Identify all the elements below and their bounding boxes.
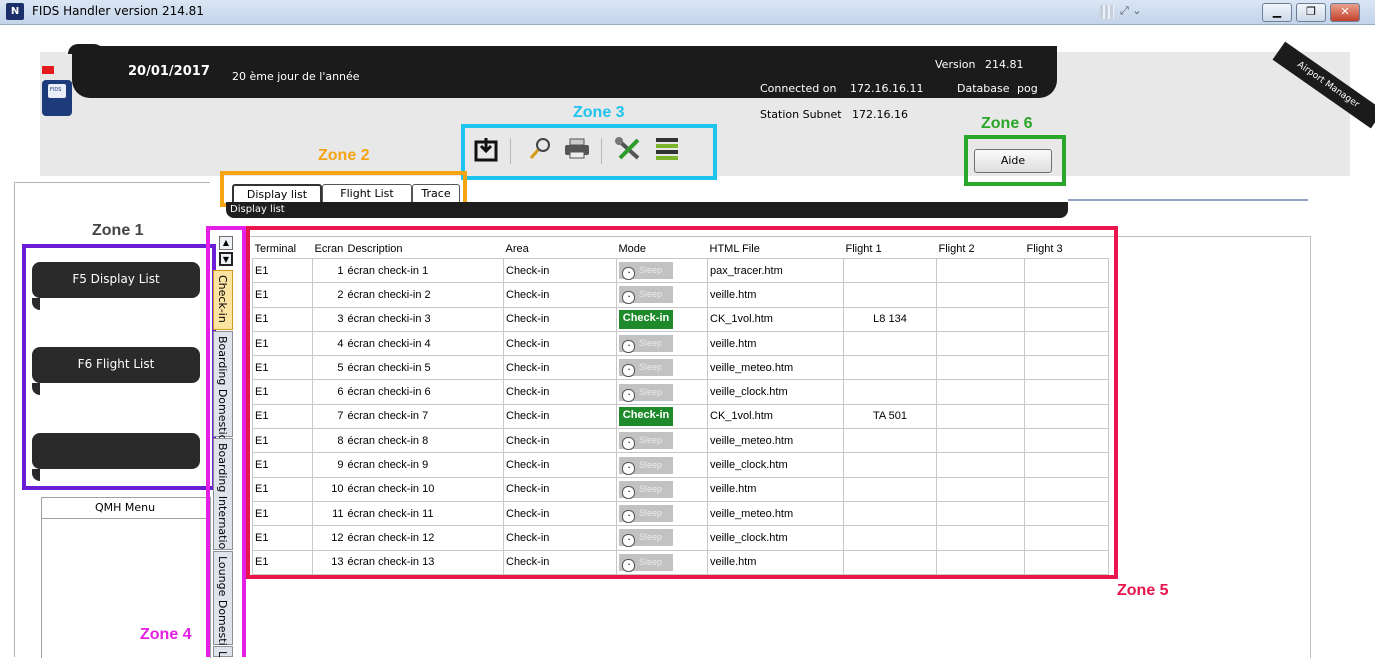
strip-title: Display list: [230, 204, 285, 215]
expand-icon[interactable]: ⤢ ⌄: [1120, 4, 1142, 18]
display-list-strip: Display list: [226, 202, 1068, 218]
logo-text: FIDS: [50, 87, 62, 93]
version-label: Version: [935, 58, 976, 71]
vtab-label: Check-in: [216, 275, 229, 323]
toolbar-separator: [510, 138, 511, 164]
vtab-label: L: [216, 651, 229, 658]
restore-button[interactable]: ❐: [1296, 3, 1326, 22]
close-button[interactable]: ✕: [1330, 3, 1360, 22]
vtab-label: Lounge Domestic: [216, 556, 229, 652]
vtab-more[interactable]: L: [213, 646, 233, 657]
vtab-label: Boarding Internatio: [216, 443, 229, 550]
zone4-label: Zone 4: [140, 626, 192, 643]
zone1-label: Zone 1: [92, 222, 144, 239]
grip-icon: [1100, 5, 1114, 19]
scroll-up-button[interactable]: ▲: [219, 236, 233, 250]
title-bar: [0, 0, 1375, 25]
day-of-year: 20 ème jour de l'année: [232, 70, 360, 83]
tab-trace[interactable]: Trace: [412, 184, 460, 203]
zone6-label: Zone 6: [981, 115, 1033, 132]
divider: [1068, 199, 1308, 201]
vtab-boarding-domestic[interactable]: Boarding Domestic: [213, 331, 233, 441]
search-icon[interactable]: [526, 136, 554, 164]
left-panel-border: [14, 182, 210, 183]
tab-display-list[interactable]: Display list: [232, 184, 322, 204]
list-icon[interactable]: [653, 136, 681, 164]
qmh-menu-title: QMH Menu: [42, 498, 208, 519]
flight-list-button[interactable]: F6 Flight List: [32, 347, 200, 383]
tab-flight-list[interactable]: Flight List: [322, 184, 412, 203]
current-date: 20/01/2017: [128, 64, 210, 79]
left-panel-border: [14, 182, 15, 657]
vtab-check-in[interactable]: Check-in: [213, 270, 233, 330]
subnet-value: 172.16.16: [852, 108, 908, 121]
database-value: pog: [1017, 82, 1038, 95]
status-indicator: [42, 66, 54, 74]
empty-nav-button[interactable]: [32, 433, 200, 469]
help-button[interactable]: Aide: [974, 149, 1052, 173]
print-icon[interactable]: [563, 136, 591, 164]
toolbar-separator: [601, 138, 602, 164]
version-value: 214.81: [985, 58, 1024, 71]
minimize-button[interactable]: ▁: [1262, 3, 1292, 22]
connected-label: Connected on: [760, 82, 837, 95]
zone2-label: Zone 2: [318, 147, 370, 164]
zone5-frame: [246, 226, 1118, 579]
connected-ip: 172.16.16.11: [850, 82, 924, 95]
vtab-boarding-international[interactable]: Boarding Internatio: [213, 438, 233, 550]
vtab-lounge-domestic[interactable]: Lounge Domestic: [213, 551, 233, 652]
app-icon: N: [6, 3, 24, 20]
scroll-down-button[interactable]: ▼: [219, 252, 233, 266]
import-icon[interactable]: [472, 136, 500, 164]
database-label: Database: [957, 82, 1010, 95]
zone3-label: Zone 3: [573, 104, 625, 121]
display-list-button[interactable]: F5 Display List: [32, 262, 200, 298]
subnet-label: Station Subnet: [760, 108, 842, 121]
zone5-label: Zone 5: [1117, 582, 1169, 599]
vtab-label: Boarding Domestic: [216, 336, 229, 441]
tools-icon[interactable]: [614, 136, 642, 164]
window-title: FIDS Handler version 214.81: [32, 4, 204, 18]
